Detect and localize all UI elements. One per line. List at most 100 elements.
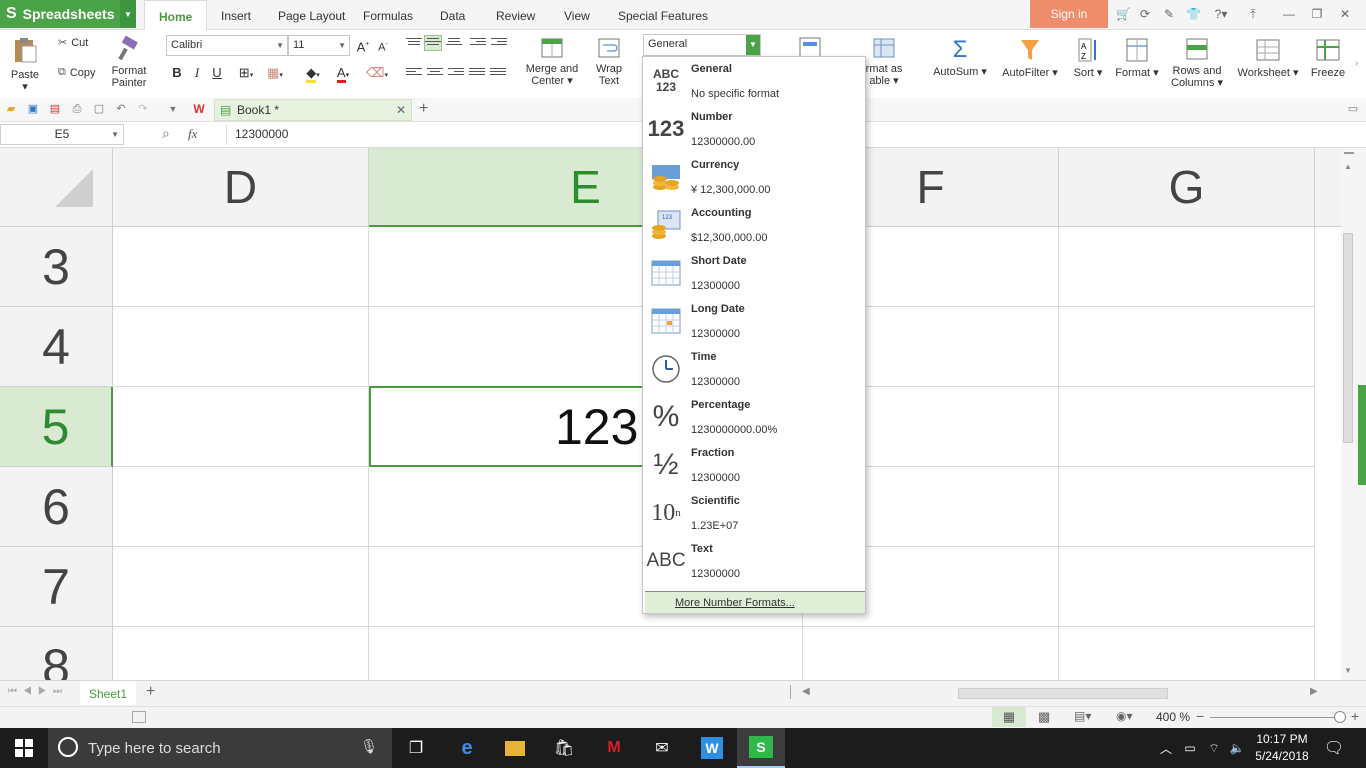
format-as-table-button[interactable]: rmat as able ▾	[862, 36, 906, 87]
format-option-fraction[interactable]: ½ Fraction 12300000	[643, 441, 865, 489]
customize-toolbar-icon[interactable]: ▼	[166, 102, 180, 116]
restore-icon[interactable]: ❐	[1310, 7, 1324, 21]
cell-g8[interactable]	[1059, 627, 1315, 680]
battery-icon[interactable]: ▭	[1178, 736, 1202, 760]
format-option-percentage[interactable]: % Percentage 1230000000.00%	[643, 393, 865, 441]
select-all-button[interactable]	[0, 148, 113, 227]
ribbon-scroll-icon[interactable]: ›	[1355, 58, 1358, 69]
scroll-left-icon[interactable]: ◀	[802, 686, 810, 697]
column-header-g[interactable]: G	[1059, 148, 1315, 227]
cart-icon[interactable]: 🛒	[1116, 7, 1131, 21]
align-left-icon[interactable]	[406, 66, 422, 80]
rows-columns-button[interactable]: Rows and Columns ▾	[1168, 36, 1226, 89]
row-header-6[interactable]: 6	[0, 467, 113, 547]
format-option-accounting[interactable]: 123 Accounting $12,300,000.00	[643, 201, 865, 249]
sheet-nav-icon[interactable]: ⏮◀▶⏭	[8, 686, 68, 697]
zoom-level[interactable]: 400 %	[1156, 710, 1190, 724]
close-icon[interactable]: ✕	[396, 100, 406, 120]
distributed-icon[interactable]	[490, 66, 506, 80]
cell-g4[interactable]	[1059, 307, 1315, 387]
zoom-out-icon[interactable]: −	[1196, 708, 1204, 724]
cell-g3[interactable]	[1059, 227, 1315, 307]
align-top-icon[interactable]	[406, 36, 422, 50]
format-option-number[interactable]: 123 Number 12300000.00	[643, 105, 865, 153]
paste-button[interactable]: Paste ▾	[8, 36, 42, 93]
app-menu-button[interactable]: S Spreadsheets ▼	[0, 0, 136, 28]
decrease-indent-icon[interactable]	[470, 36, 486, 50]
sign-in-button[interactable]: Sign in	[1030, 0, 1108, 28]
upload-icon[interactable]: ⤒	[1246, 7, 1260, 21]
mail-icon[interactable]: ✉	[650, 736, 674, 760]
underline-button[interactable]: U	[208, 64, 226, 82]
font-color-icon[interactable]: A▾	[330, 64, 356, 83]
shirt-icon[interactable]: 👕	[1186, 7, 1201, 21]
font-size-select[interactable]: 11 ▼	[288, 35, 350, 56]
document-tab[interactable]: ▤ Book1 * ✕	[214, 99, 412, 121]
tab-insert[interactable]: Insert	[207, 0, 265, 30]
fill-color-icon[interactable]: ◆▾	[300, 64, 326, 83]
task-view-icon[interactable]: ❐	[404, 736, 428, 760]
show-hidden-icons-icon[interactable]: ︿	[1154, 736, 1178, 760]
cell-e8[interactable]	[369, 627, 803, 680]
align-center-icon[interactable]	[427, 66, 443, 80]
cell-d7[interactable]	[113, 547, 369, 627]
copy-button[interactable]: ⧉ Copy	[58, 66, 96, 79]
format-option-time[interactable]: Time 12300000	[643, 345, 865, 393]
reading-mode-icon[interactable]: ◉▾	[1116, 709, 1133, 723]
notifications-icon[interactable]: 🗨	[1322, 736, 1346, 760]
zoom-slider-handle[interactable]	[1334, 711, 1346, 723]
cell-d4[interactable]	[113, 307, 369, 387]
format-button[interactable]: Format ▾	[1112, 36, 1162, 79]
format-option-currency[interactable]: Currency ¥ 12,300,000.00	[643, 153, 865, 201]
cell-f8[interactable]	[803, 627, 1059, 680]
horizontal-scroll-thumb[interactable]	[958, 688, 1168, 699]
tab-home[interactable]: Home	[144, 0, 208, 31]
row-header-8[interactable]: 8	[0, 627, 113, 680]
redo-icon[interactable]: ↷	[136, 102, 150, 116]
save-icon[interactable]: ▣	[26, 102, 40, 116]
align-right-icon[interactable]	[448, 66, 464, 80]
chevron-down-icon[interactable]: ▼	[111, 125, 119, 144]
format-option-long-date[interactable]: Long Date 12300000	[643, 297, 865, 345]
page-icon[interactable]	[132, 711, 146, 723]
file-explorer-icon[interactable]	[503, 736, 527, 760]
cell-d5[interactable]	[113, 387, 369, 467]
wifi-icon[interactable]: ⌔	[1202, 736, 1226, 760]
format-option-short-date[interactable]: Short Date 12300000	[643, 249, 865, 297]
splitter[interactable]	[790, 685, 791, 699]
minimize-icon[interactable]: —	[1282, 7, 1296, 21]
help-icon[interactable]: ?▾	[1210, 7, 1232, 21]
increase-font-icon[interactable]: A+	[354, 36, 372, 54]
decrease-font-icon[interactable]: A-	[374, 36, 392, 54]
wps-writer-icon[interactable]: W	[700, 736, 724, 760]
add-sheet-icon[interactable]: +	[146, 683, 155, 701]
normal-view-icon[interactable]: ▦	[992, 707, 1026, 727]
scroll-right-icon[interactable]: ▶	[1310, 686, 1318, 697]
export-pdf-icon[interactable]: ▤	[48, 102, 62, 116]
row-header-5[interactable]: 5	[0, 387, 113, 467]
font-name-select[interactable]: Calibri ▼	[166, 35, 288, 56]
cell-d8[interactable]	[113, 627, 369, 680]
vertical-scroll-thumb[interactable]	[1343, 233, 1353, 443]
fill-pattern-icon[interactable]: ▦▾	[263, 64, 287, 82]
scroll-top-icon[interactable]	[1344, 152, 1354, 154]
row-header-3[interactable]: 3	[0, 227, 113, 307]
autosum-button[interactable]: Σ AutoSum ▾	[930, 36, 990, 78]
align-bottom-icon[interactable]	[446, 36, 462, 50]
number-format-select[interactable]: General ▼	[643, 34, 761, 56]
tab-page-layout[interactable]: Page Layout	[264, 0, 359, 30]
zoom-search-icon[interactable]: ⌕	[162, 125, 170, 142]
layout-view-icon[interactable]: ▤▾	[1074, 709, 1091, 723]
freeze-button[interactable]: Freeze	[1308, 36, 1348, 79]
undo-icon[interactable]: ↶	[114, 102, 128, 116]
wrap-text-button[interactable]: Wrap Text	[590, 36, 628, 87]
side-panel-toggle[interactable]	[1358, 385, 1366, 485]
cell-d6[interactable]	[113, 467, 369, 547]
sheet-tab-sheet1[interactable]: Sheet1	[80, 681, 136, 705]
increase-indent-icon[interactable]	[491, 36, 507, 50]
taskbar-active-app[interactable]: S	[737, 728, 785, 768]
format-option-scientific[interactable]: 10 n Scientific 1.23E+07	[643, 489, 865, 537]
edge-browser-icon[interactable]: e	[455, 736, 479, 760]
cell-g7[interactable]	[1059, 547, 1315, 627]
merge-center-button[interactable]: Merge and Center ▾	[520, 36, 584, 87]
